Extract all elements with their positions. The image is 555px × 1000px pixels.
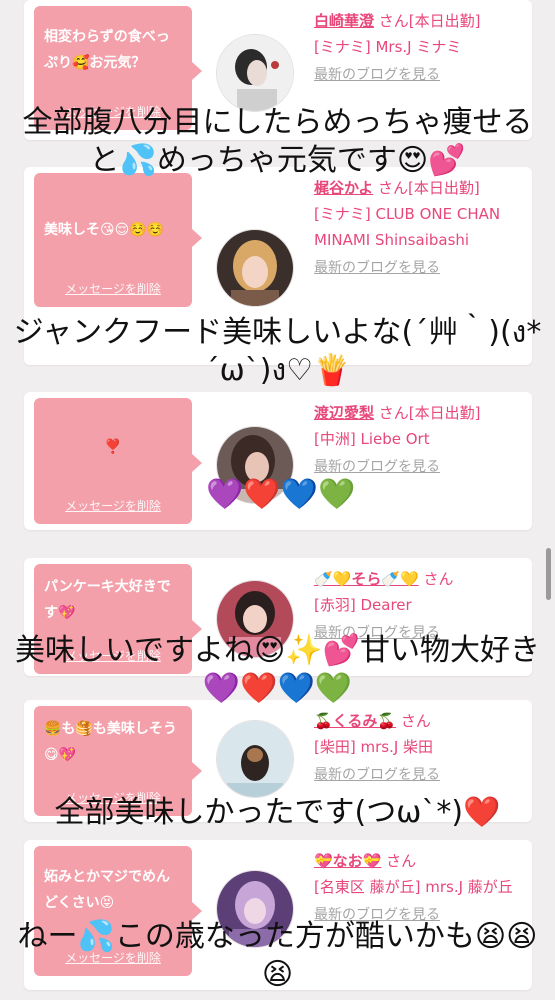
message-text: 美味しそ😘😌☺️☺️ <box>44 222 165 238</box>
cast-name-link[interactable]: 🍼💛そら🍼💛 <box>314 570 419 588</box>
shop-name: [名東区 藤が丘] mrs.J 藤が丘 <box>314 878 513 896</box>
latest-blog-link[interactable]: 最新のブログを見る <box>314 762 520 788</box>
avatar-photo-icon <box>217 230 293 306</box>
shop-name: [ミナミ] Mrs.J ミナミ <box>314 38 462 56</box>
overlay-caption: 全部腹八分目にしたらめっちゃ痩せると💦めっちゃ元気です😍💕 <box>22 105 533 178</box>
cast-name-link[interactable]: 渡辺愛梨 <box>314 404 374 422</box>
shop-name: [赤羽] Dearer <box>314 596 412 614</box>
avatar[interactable] <box>216 720 294 798</box>
overlay-caption: 💜❤️💙💚 <box>206 477 356 512</box>
cast-name-link[interactable]: 🍒くるみ🍒 <box>314 712 396 730</box>
message-text: 妬みとかマジでめんどくさい😝 <box>44 869 170 911</box>
cast-status: さん[本日出勤] <box>378 12 481 30</box>
shop-name: [中洲] Liebe Ort <box>314 430 430 448</box>
latest-blog-link[interactable]: 最新のブログを見る <box>314 255 520 281</box>
cast-info: 梶谷かよ さん[本日出勤] [ミナミ] CLUB ONE CHAN MINAMI… <box>314 175 520 281</box>
cast-info: 渡辺愛梨 さん[本日出勤] [中洲] Liebe Ort 最新のブログを見る <box>314 400 520 480</box>
cast-status: さん <box>423 570 454 588</box>
avatar-photo-icon <box>217 721 293 797</box>
cast-status: さん[本日出勤] <box>378 404 481 422</box>
message-text: ❣️ <box>104 439 122 455</box>
cast-name-link[interactable]: 白崎華澄 <box>314 12 374 30</box>
cast-info: 💝なお💝 さん [名東区 藤が丘] mrs.J 藤が丘 最新のブログを見る <box>314 848 520 928</box>
scrollbar[interactable] <box>546 548 551 600</box>
shop-name: [ミナミ] CLUB ONE CHAN MINAMI Shinsaibashi <box>314 205 501 249</box>
shop-name: [柴田] mrs.J 柴田 <box>314 738 434 756</box>
latest-blog-link[interactable]: 最新のブログを見る <box>314 62 520 88</box>
overlay-caption: 全部美味しかったです(つω`*)❤️ <box>54 795 501 830</box>
cast-name-link[interactable]: 梶谷かよ <box>314 179 373 197</box>
overlay-caption: ねー💦この歳なった方が酷いかも😫😫😫 <box>17 919 538 992</box>
avatar[interactable] <box>216 229 294 307</box>
message-bubble: ❣️ メッセージを削除 <box>34 398 202 524</box>
cast-status: さん <box>400 712 431 730</box>
message-text: パンケーキ大好きです💖 <box>44 579 171 621</box>
overlay-caption: 美味しいですよね😍✨💕甘い物大好き💜❤️💙💚 <box>14 633 541 706</box>
delete-message-link[interactable]: メッセージを削除 <box>34 280 192 297</box>
overlay-caption: ジャンクフード美味しいよな(´艸｀)(ง*´ω`)ง♡🍟 <box>13 315 542 388</box>
cast-status: さん <box>386 852 417 870</box>
message-text: 🍔も🥞も美味しそう😋💖 <box>44 721 177 763</box>
message-bubble: 美味しそ😘😌☺️☺️ メッセージを削除 <box>34 173 202 307</box>
cast-status: さん[本日出勤] <box>378 179 480 197</box>
message-text: 相変わらずの食べっぷり🥰お元気？ <box>44 29 170 71</box>
cast-info: 🍒くるみ🍒 さん [柴田] mrs.J 柴田 最新のブログを見る <box>314 708 520 788</box>
avatar[interactable] <box>216 34 294 112</box>
delete-message-link[interactable]: メッセージを削除 <box>34 497 192 514</box>
avatar-photo-icon <box>217 35 293 111</box>
cast-name-link[interactable]: 💝なお💝 <box>314 852 381 870</box>
cast-info: 白崎華澄 さん[本日出勤] [ミナミ] Mrs.J ミナミ 最新のブログを見る <box>314 8 520 88</box>
